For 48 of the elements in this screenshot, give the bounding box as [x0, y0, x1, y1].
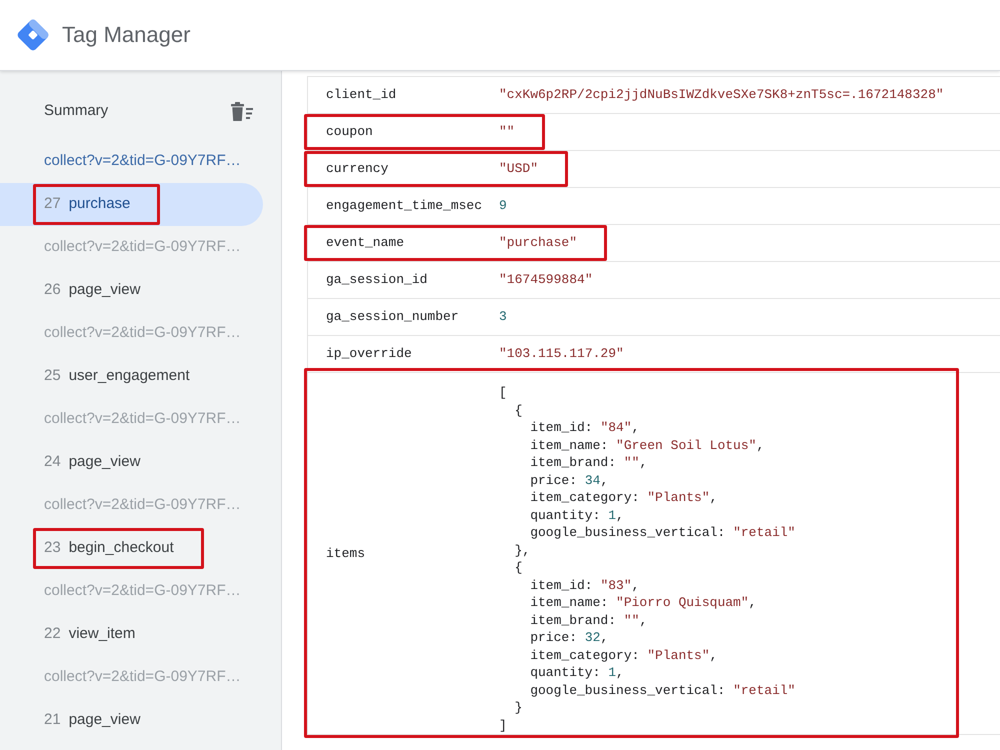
- json-line: item_brand: "",: [529, 612, 648, 629]
- param-value: 9: [499, 197, 507, 216]
- param-key: items: [326, 544, 499, 564]
- json-line: price: 32,: [529, 629, 610, 646]
- param-key: coupon: [326, 122, 499, 142]
- event-item[interactable]: 21 page_view: [0, 699, 263, 742]
- event-item[interactable]: 24 page_view: [0, 441, 263, 484]
- event-item[interactable]: 26 page_view: [0, 269, 263, 312]
- json-line: price: 34,: [529, 472, 610, 489]
- event-item[interactable]: 27 purchase: [0, 183, 263, 226]
- json-line: item_category: "Plants",: [529, 646, 718, 664]
- param-key: ga_session_id: [326, 270, 499, 290]
- param-key: ga_session_number: [326, 307, 499, 327]
- event-item[interactable]: 23 begin_checkout: [0, 527, 263, 570]
- param-value: "": [499, 123, 515, 142]
- summary-link[interactable]: Summary: [44, 100, 108, 122]
- json-line: },: [514, 542, 532, 559]
- param-key: event_name: [326, 233, 499, 253]
- param-value: "1674599884": [499, 271, 593, 290]
- json-line: google_business_vertical: "retail": [529, 524, 796, 542]
- param-key: client_id: [326, 85, 499, 105]
- json-line: ]: [499, 716, 508, 734]
- param-key: currency: [326, 159, 499, 179]
- json-line: item_category: "Plants",: [529, 489, 718, 506]
- param-value: 3: [499, 308, 507, 326]
- event-item[interactable]: 25 user_engagement: [0, 355, 263, 398]
- app-title: Tag Manager: [62, 22, 190, 48]
- json-line: item_name: "Piorro Quisquam",: [529, 594, 758, 612]
- param-key: ip_override: [326, 344, 499, 364]
- json-line: item_id: "84",: [529, 419, 640, 436]
- json-line: quantity: 1,: [529, 506, 625, 524]
- json-line: google_business_vertical: "retail": [529, 682, 796, 699]
- json-line: {: [514, 402, 524, 419]
- json-line: quantity: 1,: [529, 664, 625, 682]
- param-value: "USD": [499, 160, 538, 178]
- json-line: item_name: "Green Soil Lotus",: [529, 436, 766, 454]
- json-line: [: [499, 384, 508, 402]
- request-item[interactable]: collect?v=2&tid=G-09Y7RF…: [0, 140, 263, 183]
- event-item[interactable]: 22 view_item: [0, 613, 263, 656]
- json-line: {: [514, 559, 524, 576]
- param-key: engagement_time_msec: [326, 196, 499, 216]
- param-value: "103.115.117.29": [499, 345, 624, 364]
- json-line: item_brand: "",: [529, 454, 648, 472]
- param-value: "cxKw6p2RP/2cpi2jjdNuBsIWZdkveSXe7SK8+znT5sc=.1672148328": [499, 86, 944, 104]
- json-line: }: [514, 699, 524, 716]
- json-line: item_id: "83",: [529, 576, 640, 594]
- param-value: "purchase": [499, 234, 578, 252]
- clear-trash-icon[interactable]: [231, 102, 253, 120]
